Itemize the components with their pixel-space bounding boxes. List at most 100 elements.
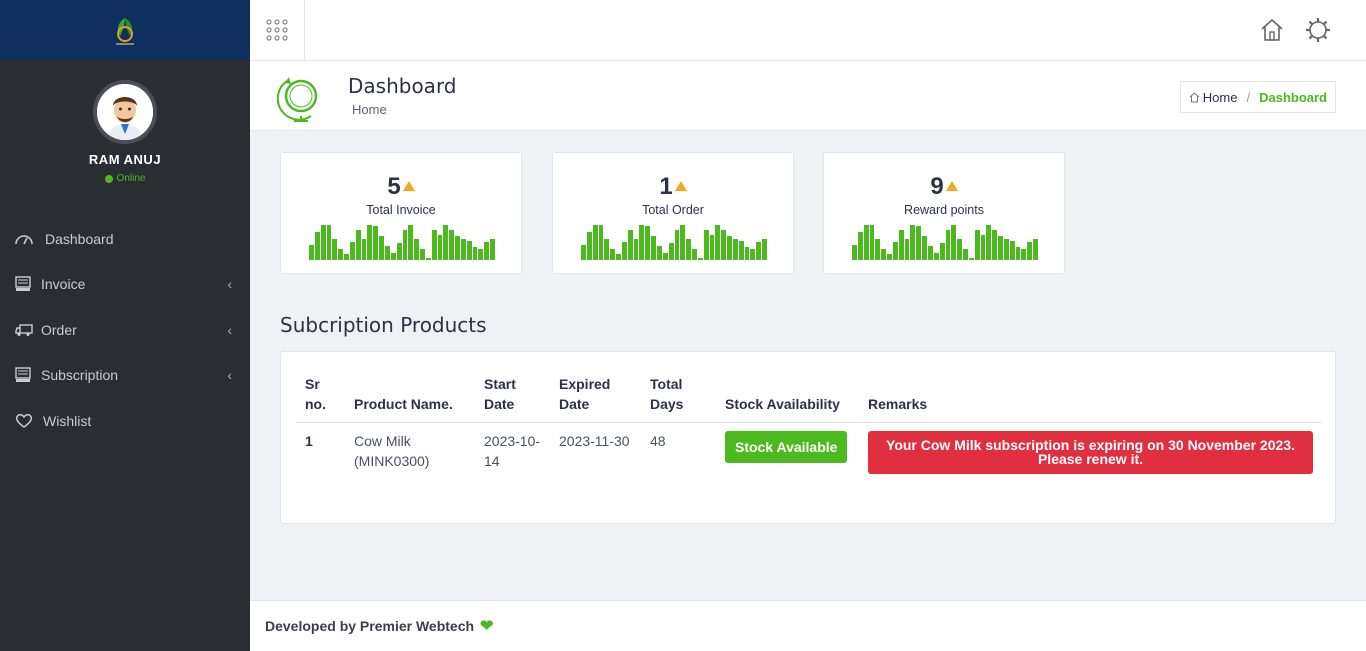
chevron-left-icon: ‹ <box>227 321 232 338</box>
sparkline-bar <box>863 225 869 260</box>
sparkline-bar <box>680 225 686 260</box>
sparkline-bar <box>721 229 727 260</box>
globe-icon <box>276 71 325 123</box>
cell-sr: 1 <box>305 433 313 449</box>
sparkline-bar <box>674 230 680 260</box>
sparkline-bar <box>916 225 922 260</box>
sparkline-bar <box>980 235 986 260</box>
subscription-panel: Sr no. Product Name. Start Date Expired … <box>280 351 1336 524</box>
breadcrumb-separator: / <box>1246 89 1251 105</box>
sparkline-bar <box>668 242 674 260</box>
sparkline-bar <box>715 225 721 260</box>
sidebar-item-order[interactable]: Order ‹ <box>0 307 250 353</box>
stock-status-badge: Stock Available <box>725 431 848 463</box>
sparkline-bar <box>326 225 332 260</box>
sparkline-bar <box>645 225 651 260</box>
trend-up-icon <box>674 181 687 191</box>
user-name: RAM ANUJ <box>88 152 162 167</box>
sidebar-item-subscription[interactable]: Subscription ‹ <box>0 353 250 399</box>
stat-label: Total Order <box>642 203 704 217</box>
truck-icon <box>15 323 35 337</box>
sparkline-bar <box>910 225 916 260</box>
sparkline-bar <box>338 248 344 260</box>
sparkline-bar <box>332 239 338 260</box>
sparkline-bar <box>1015 246 1021 260</box>
sparkline-bar <box>610 248 616 260</box>
sparkline <box>852 222 1038 260</box>
sparkline-bar <box>939 242 945 260</box>
cell-product: Cow Milk (MINK0300) <box>354 433 430 469</box>
col-header-sr: Sr no. <box>296 366 345 423</box>
table-row: 1 Cow Milk (MINK0300) 2023-10-14 2023-11… <box>296 423 1321 483</box>
sparkline-bar <box>484 241 490 260</box>
sparkline-bar <box>402 230 408 260</box>
sparkline-bar <box>408 225 414 260</box>
sparkline-bar <box>852 244 857 260</box>
section-title: Subcription Products <box>280 313 487 337</box>
home-icon[interactable] <box>1259 17 1285 43</box>
sparkline-bar <box>414 239 420 260</box>
stat-card-invoice[interactable]: 5 Total Invoice <box>280 152 522 274</box>
cell-expired-date: 2023-11-30 <box>559 433 630 449</box>
sparkline-bar <box>892 241 898 260</box>
sparkline-bar <box>869 225 875 260</box>
sparkline-bar <box>1003 239 1009 260</box>
settings-gear-icon[interactable] <box>1305 17 1331 43</box>
sparkline-bar <box>639 225 645 260</box>
sparkline-bar <box>933 253 939 260</box>
stat-label: Total Invoice <box>366 203 436 217</box>
sidebar-item-invoice[interactable]: Invoice ‹ <box>0 262 250 308</box>
sparkline-bar <box>756 241 762 260</box>
invoice-icon <box>15 276 35 292</box>
stat-value: 9 <box>824 173 1064 201</box>
sparkline-bar <box>1009 241 1015 260</box>
stat-card-reward[interactable]: 9 Reward points <box>823 152 1065 274</box>
sidebar-item-wishlist[interactable]: Wishlist <box>0 398 250 444</box>
sparkline-bar <box>732 239 738 260</box>
sparkline-bar <box>621 241 627 260</box>
sparkline-bar <box>750 248 756 260</box>
sparkline-bar <box>379 236 384 260</box>
heart-icon <box>15 413 35 429</box>
sidebar-item-label: Invoice <box>41 276 86 293</box>
sparkline-bar <box>349 241 355 260</box>
sparkline-bar <box>857 231 863 260</box>
top-bar <box>250 0 1366 61</box>
sparkline-bar <box>709 235 715 260</box>
sparkline-bar <box>927 245 933 260</box>
sparkline-bar <box>968 258 974 260</box>
sparkline-bar <box>703 230 709 260</box>
sparkline-bar <box>881 248 887 260</box>
leaf-logo-icon[interactable] <box>105 10 145 50</box>
sidebar-item-label: Wishlist <box>43 412 92 429</box>
col-header-product: Product Name. <box>345 366 475 423</box>
sparkline-bar <box>697 258 703 260</box>
chevron-left-icon: ‹ <box>227 367 232 384</box>
sparkline-bar <box>437 235 443 260</box>
col-header-start: Start Date <box>475 366 550 423</box>
sidebar-item-label: Dashboard <box>45 230 114 247</box>
sparkline-bar <box>466 241 472 260</box>
online-status: Online <box>0 173 250 184</box>
stat-card-order[interactable]: 1 Total Order <box>552 152 794 274</box>
status-label: Online <box>116 173 146 184</box>
breadcrumb-home[interactable]: Home <box>1189 89 1238 105</box>
breadcrumb-home-label: Home <box>1202 89 1238 105</box>
stat-value: 1 <box>553 173 793 201</box>
sparkline <box>309 222 495 260</box>
user-profile: RAM ANUJ Online <box>0 60 250 184</box>
sparkline-bar <box>367 225 373 260</box>
page-header: Dashboard Home Home / Dashboard <box>250 61 1366 131</box>
sparkline-bar <box>344 254 349 260</box>
cell-total-days: 48 <box>650 433 666 449</box>
sparkline-bar <box>616 254 621 260</box>
avatar[interactable] <box>93 80 157 144</box>
col-header-stock: Stock Availability <box>716 366 859 423</box>
trend-up-icon <box>402 181 415 191</box>
alert-line-1: Your Cow Milk subscription is expiring o… <box>886 437 1295 453</box>
sidebar-item-dashboard[interactable]: Dashboard <box>0 216 250 262</box>
apps-grid-button[interactable] <box>250 0 305 60</box>
sparkline-bar <box>922 236 927 260</box>
sparkline-bar <box>633 239 639 260</box>
sparkline-bar <box>986 225 992 260</box>
